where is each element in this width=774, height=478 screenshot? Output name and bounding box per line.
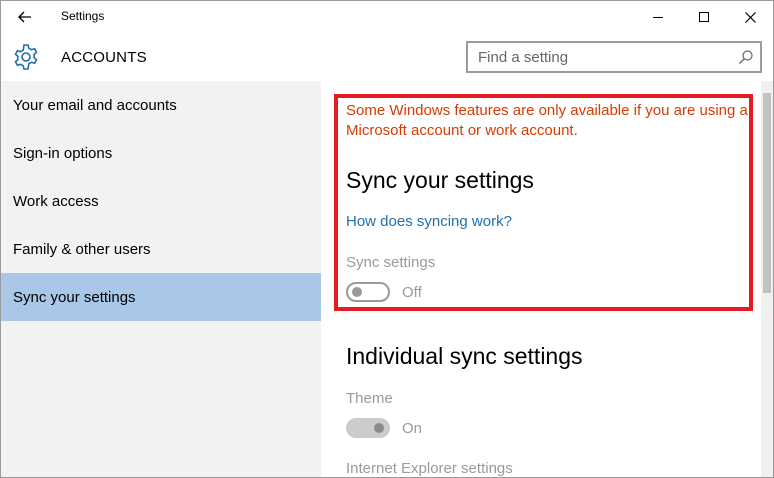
minimize-button[interactable] <box>635 1 681 33</box>
settings-window: Settings ACCOUNTS Find a setting Your em… <box>0 0 774 478</box>
theme-state: On <box>402 420 423 437</box>
search-box[interactable] <box>466 41 762 73</box>
close-icon <box>744 11 756 23</box>
sidebar-item-sign-in-options[interactable]: Sign-in options <box>1 129 321 177</box>
theme-label: Theme <box>346 390 393 407</box>
minimize-icon <box>653 16 663 18</box>
individual-sync-heading: Individual sync settings <box>346 343 583 369</box>
sidebar-item-label: Sync your settings <box>13 288 136 306</box>
sync-settings-toggle[interactable] <box>346 282 390 302</box>
sync-settings-state: Off <box>402 284 422 301</box>
sidebar-item-sync-settings[interactable]: Sync your settings <box>1 273 321 321</box>
gear-icon <box>14 44 38 70</box>
sidebar-item-family-users[interactable]: Family & other users <box>1 225 321 273</box>
ie-settings-label: Internet Explorer settings <box>346 460 513 477</box>
close-button[interactable] <box>727 1 773 33</box>
maximize-button[interactable] <box>681 1 727 33</box>
page-title: ACCOUNTS <box>61 49 147 66</box>
search-input[interactable] <box>468 43 728 71</box>
sidebar-item-label: Family & other users <box>13 240 151 258</box>
theme-toggle[interactable] <box>346 418 390 438</box>
title-bar: Settings <box>1 1 773 33</box>
back-button[interactable] <box>11 5 39 29</box>
sync-heading: Sync your settings <box>346 167 534 193</box>
maximize-icon <box>699 12 709 22</box>
sidebar-item-email-accounts[interactable]: Your email and accounts <box>1 81 321 129</box>
back-arrow-icon <box>18 11 31 23</box>
toggle-knob <box>374 423 384 433</box>
page-header: ACCOUNTS <box>1 33 773 81</box>
account-warning-text: Some Windows features are only available… <box>346 102 748 139</box>
sidebar: Your email and accounts Sign-in options … <box>1 81 321 477</box>
sidebar-item-label: Your email and accounts <box>13 96 177 114</box>
sidebar-item-work-access[interactable]: Work access <box>1 177 321 225</box>
sidebar-item-label: Sign-in options <box>13 144 113 162</box>
sidebar-item-label: Work access <box>13 192 99 210</box>
how-syncing-works-link[interactable]: How does syncing work? <box>346 213 512 230</box>
scrollbar[interactable] <box>761 81 773 477</box>
search-icon[interactable] <box>738 49 754 65</box>
window-title: Settings <box>61 9 105 23</box>
sync-settings-label: Sync settings <box>346 254 436 271</box>
scroll-thumb[interactable] <box>763 93 771 293</box>
main-content: Some Windows features are only available… <box>321 81 761 477</box>
toggle-knob <box>352 287 362 297</box>
